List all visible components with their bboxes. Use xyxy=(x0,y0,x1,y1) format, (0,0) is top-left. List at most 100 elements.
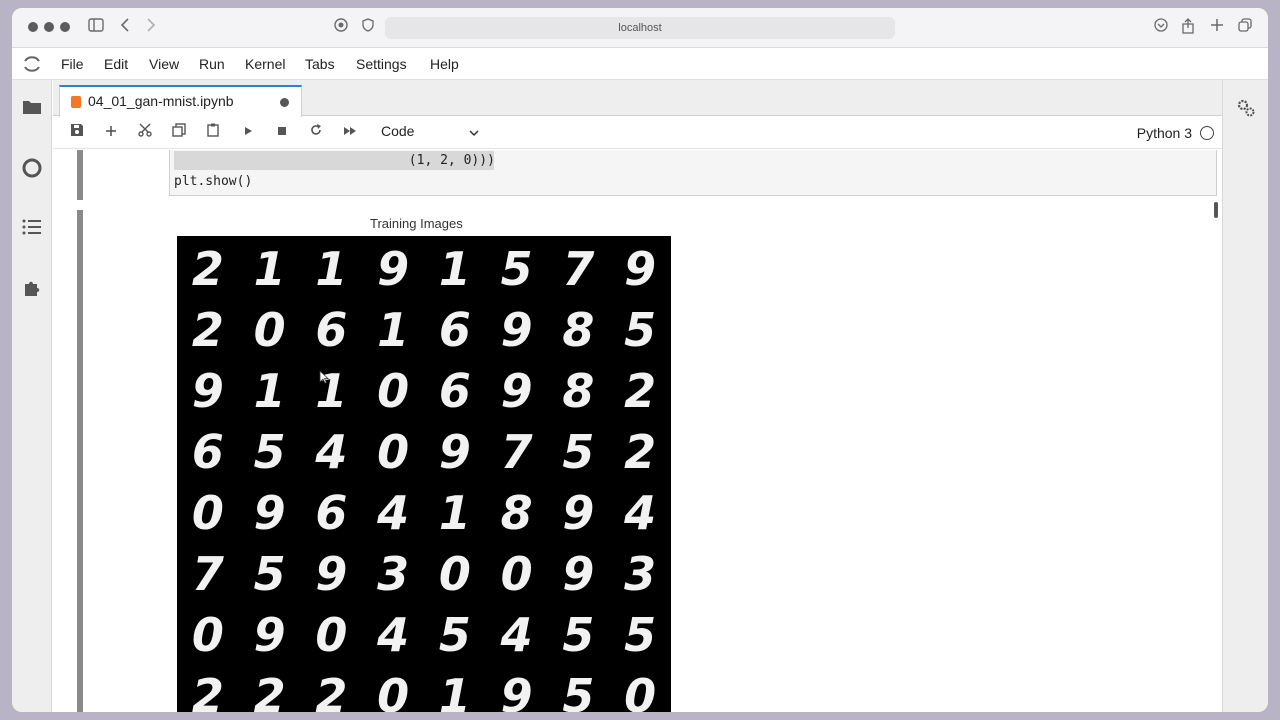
browser-window: localhost File Edit View Run Kernel Tabs… xyxy=(12,8,1268,712)
run-icon[interactable] xyxy=(239,123,257,141)
digit-image: 0 xyxy=(500,547,533,601)
digit-image: 7 xyxy=(191,547,224,601)
digit-image: 5 xyxy=(624,303,657,357)
digit-image: 2 xyxy=(315,669,348,712)
digit-image: 9 xyxy=(438,425,471,479)
menu-edit[interactable]: Edit xyxy=(104,56,128,72)
menu-tabs[interactable]: Tabs xyxy=(305,56,335,72)
digit-image: 8 xyxy=(562,303,595,357)
running-icon[interactable] xyxy=(22,158,42,178)
menu-run[interactable]: Run xyxy=(199,56,225,72)
digit-image: 5 xyxy=(500,242,533,296)
digit-image: 9 xyxy=(315,547,348,601)
digit-image: 4 xyxy=(500,608,533,662)
mouse-cursor-icon xyxy=(319,370,330,384)
digit-image: 9 xyxy=(562,547,595,601)
digit-image: 0 xyxy=(315,608,348,662)
forward-icon[interactable] xyxy=(146,18,156,37)
property-inspector-icon[interactable] xyxy=(1236,98,1256,118)
digit-image: 1 xyxy=(253,364,286,418)
privacy-report-icon[interactable] xyxy=(334,18,348,37)
notebook-tab[interactable]: 04_01_gan-mnist.ipynb xyxy=(59,85,302,117)
restart-icon[interactable] xyxy=(307,123,325,141)
menu-view[interactable]: View xyxy=(149,56,179,72)
kernel-status-icon xyxy=(1200,126,1214,140)
browser-toolbar: localhost xyxy=(12,8,1268,48)
digit-image: 6 xyxy=(315,303,348,357)
digit-image: 9 xyxy=(624,242,657,296)
digit-row: 09045455 xyxy=(177,604,671,666)
digit-image: 3 xyxy=(624,547,657,601)
menu-kernel[interactable]: Kernel xyxy=(245,56,285,72)
cell-type-select[interactable]: Code xyxy=(381,123,414,139)
scrollbar-thumb[interactable] xyxy=(1214,202,1218,218)
digit-image: 0 xyxy=(624,669,657,712)
digit-image: 2 xyxy=(191,669,224,712)
cell-collapser[interactable] xyxy=(77,150,83,200)
new-tab-icon[interactable] xyxy=(1210,18,1224,37)
menu-file[interactable]: File xyxy=(61,56,84,72)
sidebar-toggle-icon[interactable] xyxy=(88,18,104,37)
back-icon[interactable] xyxy=(120,18,130,37)
run-all-icon[interactable] xyxy=(341,123,359,141)
minimize-window-button[interactable] xyxy=(44,22,54,32)
cut-icon[interactable] xyxy=(136,123,154,141)
document-tab-bar: 04_01_gan-mnist.ipynb xyxy=(53,80,1222,117)
digit-image: 7 xyxy=(500,425,533,479)
notebook-content: (1, 2, 0))) plt.show() Training Images 2… xyxy=(53,150,1222,712)
chevron-down-icon[interactable] xyxy=(469,125,479,137)
share-icon[interactable] xyxy=(1182,18,1194,39)
figure-title: Training Images xyxy=(370,216,463,231)
notebook-panel: 04_01_gan-mnist.ipynb Code Python 3 (1, … xyxy=(53,80,1222,712)
digit-image: 9 xyxy=(253,608,286,662)
tabs-overview-icon[interactable] xyxy=(1238,18,1252,37)
table-of-contents-icon[interactable] xyxy=(22,218,42,238)
extension-icon[interactable] xyxy=(22,278,42,298)
digit-image: 5 xyxy=(562,608,595,662)
folder-icon[interactable] xyxy=(22,98,42,118)
save-icon[interactable] xyxy=(68,123,86,141)
digit-image: 4 xyxy=(624,486,657,540)
tab-overview-shield-icon[interactable] xyxy=(362,18,374,37)
close-window-button[interactable] xyxy=(28,22,38,32)
digit-image: 9 xyxy=(500,303,533,357)
tab-label: 04_01_gan-mnist.ipynb xyxy=(88,93,234,109)
digit-image: 9 xyxy=(191,364,224,418)
zoom-window-button[interactable] xyxy=(60,22,70,32)
address-text: localhost xyxy=(618,22,662,34)
digit-image: 6 xyxy=(191,425,224,479)
stop-icon[interactable] xyxy=(273,123,291,141)
digit-image: 0 xyxy=(253,303,286,357)
menu-settings[interactable]: Settings xyxy=(356,56,407,72)
digit-image: 8 xyxy=(500,486,533,540)
unsaved-indicator-icon[interactable] xyxy=(280,98,289,107)
digit-image: 0 xyxy=(377,364,410,418)
digit-image: 6 xyxy=(438,364,471,418)
mnist-image-grid: 2119157920616985911069826540975209641894… xyxy=(177,236,671,712)
kernel-name[interactable]: Python 3 xyxy=(1137,125,1192,141)
address-bar[interactable]: localhost xyxy=(385,17,895,39)
left-sidebar xyxy=(12,80,52,712)
digit-image: 5 xyxy=(253,425,286,479)
paste-icon[interactable] xyxy=(204,123,222,141)
digit-image: 1 xyxy=(377,303,410,357)
digit-image: 3 xyxy=(377,547,410,601)
output-collapser[interactable] xyxy=(77,210,83,712)
menu-help[interactable]: Help xyxy=(430,56,459,72)
add-cell-icon[interactable] xyxy=(102,123,120,141)
copy-icon[interactable] xyxy=(170,123,188,141)
digit-image: 1 xyxy=(438,669,471,712)
digit-image: 1 xyxy=(438,242,471,296)
digit-image: 6 xyxy=(315,486,348,540)
code-line: plt.show() xyxy=(174,174,253,189)
digit-row: 75930093 xyxy=(177,543,671,605)
digit-image: 5 xyxy=(438,608,471,662)
digit-image: 0 xyxy=(377,669,410,712)
digit-image: 8 xyxy=(562,364,595,418)
download-icon[interactable] xyxy=(1154,18,1168,37)
digit-image: 4 xyxy=(377,486,410,540)
code-cell-editor[interactable]: (1, 2, 0))) plt.show() xyxy=(169,150,1217,196)
code-line: (1, 2, 0))) xyxy=(174,153,495,168)
digit-image: 9 xyxy=(377,242,410,296)
digit-image: 4 xyxy=(377,608,410,662)
